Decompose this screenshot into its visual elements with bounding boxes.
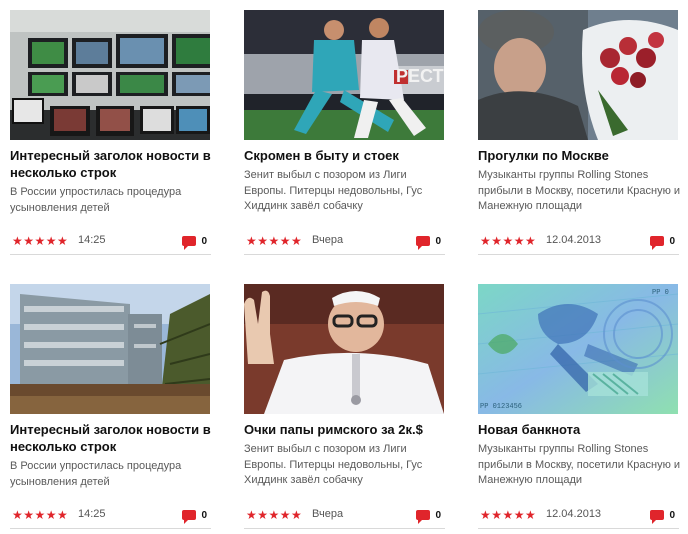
comment-bubble-icon	[416, 236, 430, 250]
star-rating[interactable]: ★★★★★	[246, 509, 302, 521]
comments-count: 0	[435, 236, 441, 247]
news-date: 12.04.2013	[546, 234, 602, 246]
news-date: 14:25	[78, 508, 106, 520]
news-date: Вчера	[312, 234, 344, 246]
svg-text:РР 0: РР 0	[652, 289, 669, 297]
comment-bubble-icon	[182, 510, 196, 524]
news-date: 14:25	[78, 234, 106, 246]
news-title[interactable]: Очки папы римского за 2к.$	[244, 421, 448, 438]
star-rating[interactable]: ★★★★★	[12, 235, 68, 247]
news-title[interactable]: Новая банкнота	[478, 421, 682, 438]
banknote-photo[interactable]: РР 0123456 РР 0	[478, 284, 678, 414]
news-title[interactable]: Интересный заголок новости в несколько с…	[10, 421, 214, 455]
pope-photo[interactable]	[244, 284, 444, 414]
star-rating[interactable]: ★★★★★	[480, 509, 536, 521]
news-meta: ★★★★★ 14:25 0	[10, 232, 211, 255]
news-description: Зенит выбыл с позором из Лиги Европы. Пи…	[244, 443, 423, 486]
news-title[interactable]: Прогулки по Москве	[478, 147, 682, 164]
news-title[interactable]: Скромен в быту и стоек	[244, 147, 448, 164]
comments-count: 0	[201, 236, 207, 247]
news-meta: ★★★★★ Вчера 0	[244, 506, 445, 529]
news-description: В России упростилась процедура усыновлен…	[10, 186, 182, 214]
football-match-photo[interactable]: РЕСТ	[244, 10, 444, 140]
comment-bubble-icon	[182, 236, 196, 250]
news-title[interactable]: Интересный заголок новости в несколько с…	[10, 147, 214, 181]
news-description: Зенит выбыл с позором из Лиги Европы. Пи…	[244, 169, 423, 212]
man-with-flowers-photo[interactable]	[478, 10, 678, 140]
comment-bubble-icon	[650, 236, 664, 250]
news-description: Музыканты группы Rolling Stones прибыли …	[478, 443, 681, 486]
news-description: В России упростилась процедура усыновлен…	[10, 460, 182, 488]
news-meta: ★★★★★ 12.04.2013 0	[478, 506, 679, 529]
comment-bubble-icon	[650, 510, 664, 524]
news-meta: ★★★★★ 12.04.2013 0	[478, 232, 679, 255]
tv-monitors-photo[interactable]	[10, 10, 210, 140]
star-rating[interactable]: ★★★★★	[246, 235, 302, 247]
svg-text:РЕСТ: РЕСТ	[396, 66, 444, 86]
news-description: Музыканты группы Rolling Stones прибыли …	[478, 169, 681, 212]
news-meta: ★★★★★ Вчера 0	[244, 232, 445, 255]
news-meta: ★★★★★ 14:25 0	[10, 506, 211, 529]
comments-count: 0	[669, 510, 675, 521]
news-date: 12.04.2013	[546, 508, 602, 520]
comments-count: 0	[435, 510, 441, 521]
star-rating[interactable]: ★★★★★	[12, 509, 68, 521]
star-rating[interactable]: ★★★★★	[480, 235, 536, 247]
svg-text:РР 0123456: РР 0123456	[480, 403, 522, 411]
news-date: Вчера	[312, 508, 344, 520]
comments-count: 0	[201, 510, 207, 521]
glass-building-photo[interactable]	[10, 284, 210, 414]
comments-count: 0	[669, 236, 675, 247]
comment-bubble-icon	[416, 510, 430, 524]
